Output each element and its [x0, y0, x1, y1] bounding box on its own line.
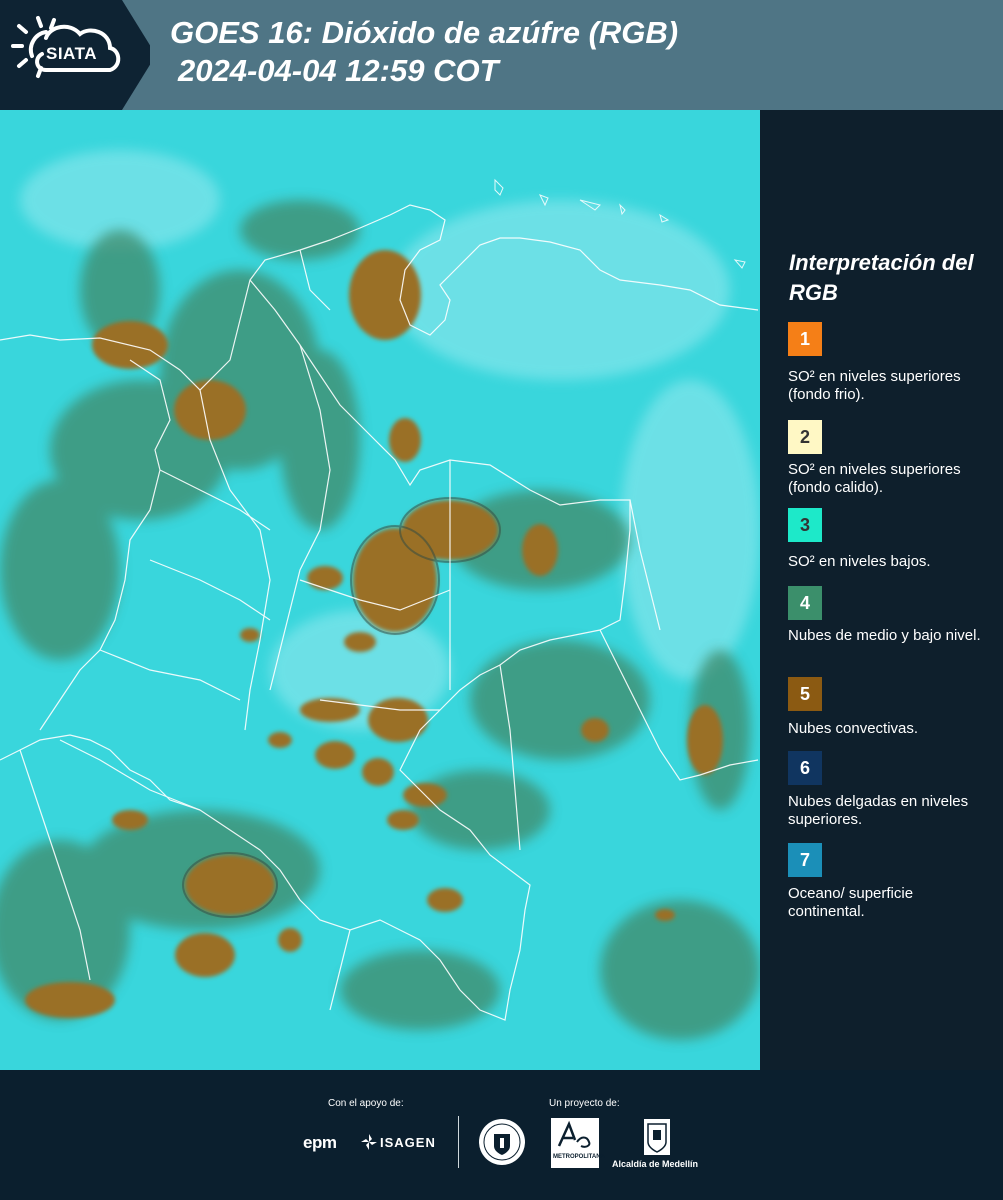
medellin-seal-icon — [479, 1119, 525, 1165]
legend-text-5: Nubes convectivas. — [788, 720, 919, 737]
legend-swatch-3: 3 — [788, 508, 822, 542]
area-metropolitana-logo: METROPOLITANA — [551, 1118, 605, 1168]
legend-title: Interpretación del RGB — [789, 250, 974, 305]
legend-swatch-2: 2 — [788, 420, 822, 454]
alcaldia-shield-icon — [644, 1119, 670, 1155]
header-bar: SIATA GOES 16: Dióxido de azúfre (RGB) 2… — [0, 0, 1003, 110]
legend-number: 6 — [799, 757, 810, 778]
epm-logo: epm — [303, 1133, 337, 1152]
legend-panel: Interpretación del RGB 1 SO² en niveles … — [760, 110, 1003, 1070]
metropolitana-text: METROPOLITANA — [553, 1154, 605, 1160]
legend-swatch-4: 4 — [788, 586, 822, 620]
legend-swatch-6: 6 — [788, 751, 822, 785]
isagen-logo: ISAGEN — [380, 1135, 436, 1150]
support-label: Con el apoyo de: — [328, 1098, 404, 1109]
siata-logo: SIATA — [0, 0, 150, 110]
legend-number: 7 — [799, 849, 810, 870]
legend-number: 2 — [799, 426, 810, 447]
legend-swatch-7: 7 — [788, 843, 822, 877]
legend-swatch-5: 5 — [788, 677, 822, 711]
legend-text-2: SO² en niveles superiores (fondo calido)… — [788, 461, 961, 496]
legend-swatch-1: 1 — [788, 322, 822, 356]
footer-divider — [458, 1116, 459, 1168]
alcaldia-text: Alcaldía de Medellín — [612, 1159, 699, 1169]
satellite-map — [0, 110, 760, 1070]
legend-text-3: SO² en niveles bajos. — [788, 553, 931, 570]
page-title: GOES 16: Dióxido de azúfre (RGB) 2024-04… — [170, 14, 678, 90]
legend-text-7: Oceano/ superficie continental. — [788, 885, 914, 920]
footer: Con el apoyo de: Un proyecto de: epm ISA… — [0, 1070, 1003, 1200]
legend-number: 1 — [799, 328, 810, 349]
title-line-2: 2024-04-04 12:59 COT — [178, 53, 499, 88]
isagen-logo-icon — [361, 1134, 377, 1150]
legend-number: 4 — [799, 592, 810, 613]
legend-number: 3 — [799, 514, 810, 535]
area-logo-icon — [557, 1120, 591, 1148]
project-label: Un proyecto de: — [549, 1098, 620, 1109]
legend-number: 5 — [799, 683, 810, 704]
title-line-1: GOES 16: Dióxido de azúfre (RGB) — [170, 15, 679, 50]
legend-text-4: Nubes de medio y bajo nivel. — [788, 627, 981, 644]
logo-text: SIATA — [46, 44, 97, 63]
legend-text-6: Nubes delgadas en niveles superiores. — [788, 793, 969, 828]
legend-text-1: SO² en niveles superiores (fondo frio). — [788, 368, 961, 403]
